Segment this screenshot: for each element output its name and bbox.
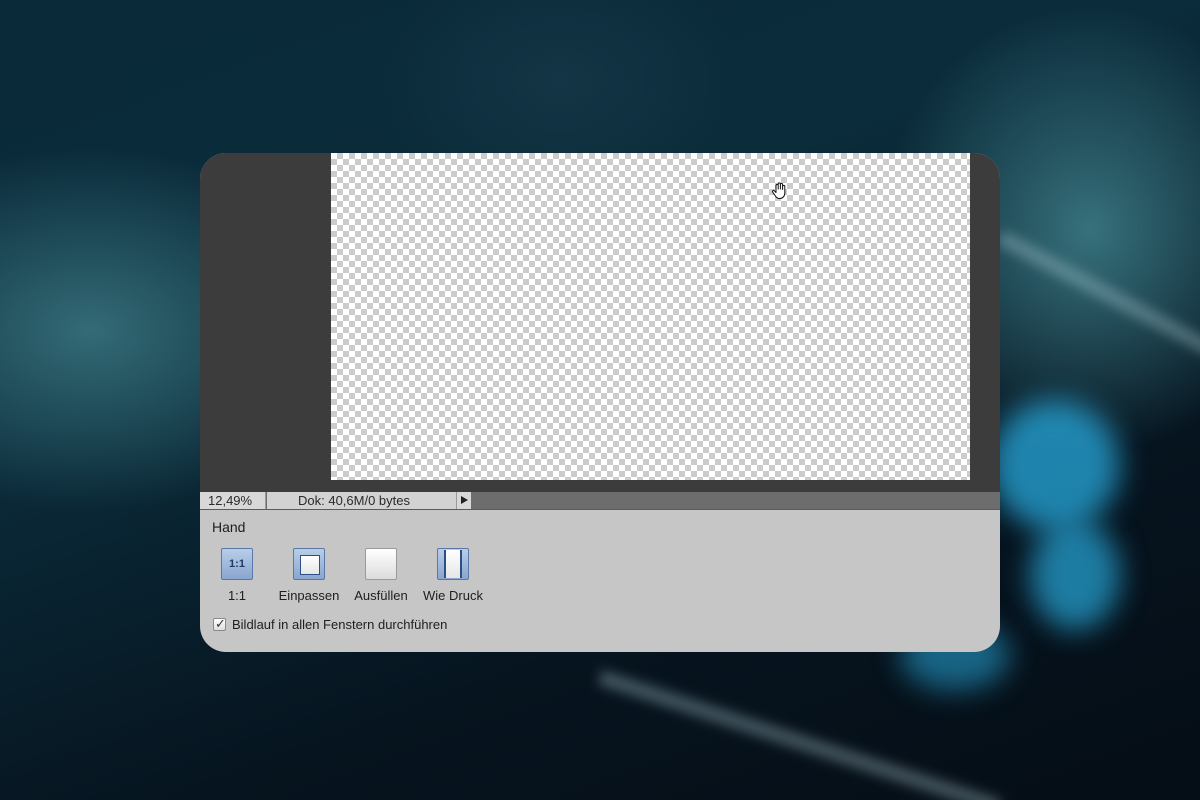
status-menu-arrow-icon[interactable] [456,492,471,509]
fit-screen-button[interactable] [293,548,325,580]
tool-options-title: Hand [212,519,246,535]
canvas-area[interactable] [200,153,1000,492]
print-size-button[interactable] [437,548,469,580]
hand-cursor-icon [772,182,786,199]
status-bar: 12,49% Dok: 40,6M/0 bytes [200,492,1000,510]
one-to-one-icon: 1:1 [229,558,245,570]
background-light-streak [996,230,1200,366]
scroll-all-windows-checkbox[interactable]: ✓ [213,616,226,631]
background-blue-shape [990,400,1120,530]
fill-screen-button[interactable] [365,548,397,580]
background-light-streak [597,670,1002,800]
checkmark-icon: ✓ [215,616,226,631]
print-size-icon [444,550,462,578]
actual-pixels-button[interactable]: 1:1 [221,548,253,580]
photoshop-window: 12,49% Dok: 40,6M/0 bytes Hand 1:1 1:1 E… [200,153,1000,652]
print-size-label: Wie Druck [423,588,483,603]
transparent-document-canvas[interactable] [331,153,970,480]
background-blue-shape [1030,520,1120,630]
zoom-level-field[interactable]: 12,49% [200,492,266,509]
scroll-all-windows-label: Bildlauf in allen Fenstern durchführen [232,617,448,632]
fit-screen-icon [300,555,320,575]
document-info: Dok: 40,6M/0 bytes [267,492,456,509]
